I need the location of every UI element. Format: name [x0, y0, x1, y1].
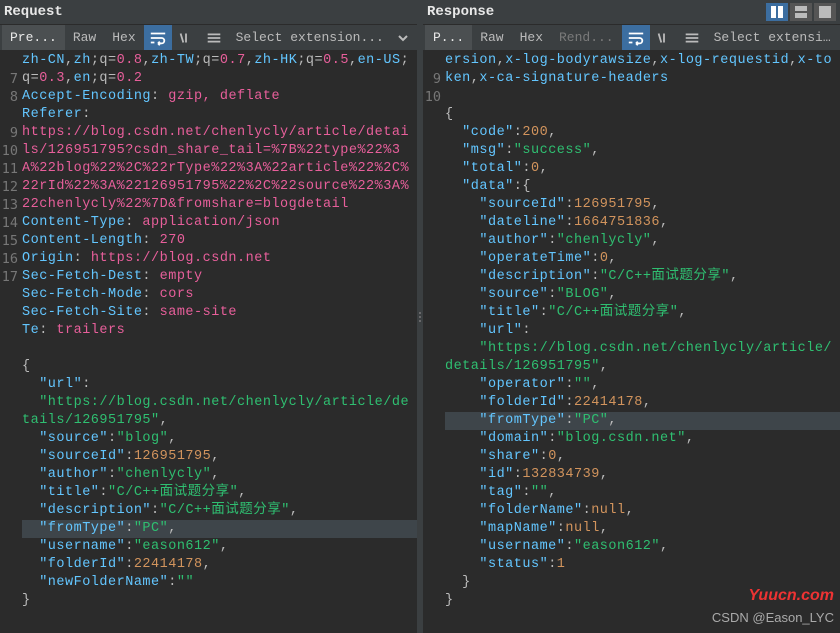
code-line[interactable]: "fromType":"PC",: [22, 520, 417, 538]
code-line[interactable]: Content-Length: 270: [22, 232, 417, 250]
code-line[interactable]: "author":"chenlycly",: [22, 466, 417, 484]
tab-hex[interactable]: Hex: [512, 25, 551, 51]
code-line[interactable]: Referer:: [22, 106, 417, 124]
newline-icon[interactable]: [650, 25, 678, 51]
code-line[interactable]: "fromType":"PC",: [445, 412, 840, 430]
tab-hex[interactable]: Hex: [104, 25, 143, 51]
extension-label: Select extension...: [714, 30, 832, 45]
code-line[interactable]: "url":: [445, 322, 840, 340]
wrap-icon[interactable]: [144, 25, 172, 51]
extension-label: Select extension...: [236, 30, 384, 45]
code-line[interactable]: "code":200,: [445, 124, 840, 142]
code-line[interactable]: Content-Type: application/json: [22, 214, 417, 232]
extension-select[interactable]: Select extension...: [706, 30, 838, 45]
code-line[interactable]: "share":0,: [445, 448, 840, 466]
code-line[interactable]: "newFolderName":"": [22, 574, 417, 592]
menu-icon[interactable]: [200, 25, 228, 51]
response-title-bar: Response: [423, 0, 840, 24]
layout-single-icon[interactable]: [814, 3, 836, 21]
code-line[interactable]: Accept-Encoding: gzip, deflate: [22, 88, 417, 106]
code-line[interactable]: [22, 340, 417, 358]
request-title: Request: [0, 4, 69, 20]
tab-pretty[interactable]: Pre...: [2, 25, 65, 51]
code-line[interactable]: [445, 88, 840, 106]
newline-icon[interactable]: [172, 25, 200, 51]
code-line[interactable]: Sec-Fetch-Mode: cors: [22, 286, 417, 304]
extension-select[interactable]: Select extension...: [228, 30, 415, 45]
code-line[interactable]: Origin: https://blog.csdn.net: [22, 250, 417, 268]
code-line[interactable]: "total":0,: [445, 160, 840, 178]
response-title: Response: [423, 4, 500, 20]
response-editor[interactable]: 910 ersion,x-log-bodyrawsize,x-log-reque…: [423, 50, 840, 633]
code-line[interactable]: "sourceId":126951795,: [22, 448, 417, 466]
code-line[interactable]: "status":1: [445, 556, 840, 574]
request-pane: Request Pre... Raw Hex Select extension.…: [0, 0, 417, 633]
tab-raw[interactable]: Raw: [65, 25, 104, 51]
code-line[interactable]: zh-CN,zh;q=0.8,zh-TW;q=0.7,zh-HK;q=0.5,e…: [22, 52, 417, 88]
code-line[interactable]: "id":132834739,: [445, 466, 840, 484]
chevron-down-icon: [397, 32, 409, 44]
code-line[interactable]: }: [22, 592, 417, 610]
response-toolbar: P... Raw Hex Rend... Select extension...: [423, 24, 840, 50]
code-line[interactable]: Sec-Fetch-Dest: empty: [22, 268, 417, 286]
code-line[interactable]: "author":"chenlycly",: [445, 232, 840, 250]
wrap-icon[interactable]: [622, 25, 650, 51]
code-line[interactable]: "url":: [22, 376, 417, 394]
code-line[interactable]: "https://blog.csdn.net/chenlycly/article…: [22, 394, 417, 430]
code-line[interactable]: }: [445, 574, 840, 592]
code-line[interactable]: ersion,x-log-bodyrawsize,x-log-requestid…: [445, 52, 840, 88]
code-line[interactable]: "source":"BLOG",: [445, 286, 840, 304]
code-line[interactable]: {: [22, 358, 417, 376]
code-line[interactable]: "folderName":null,: [445, 502, 840, 520]
layout-rows-icon[interactable]: [790, 3, 812, 21]
response-pane: Response P... Raw Hex Rend...: [423, 0, 840, 633]
tab-raw[interactable]: Raw: [472, 25, 511, 51]
code-line[interactable]: "data":{: [445, 178, 840, 196]
code-line[interactable]: "mapName":null,: [445, 520, 840, 538]
code-line[interactable]: "domain":"blog.csdn.net",: [445, 430, 840, 448]
code-line[interactable]: "username":"eason612",: [445, 538, 840, 556]
code-line[interactable]: Sec-Fetch-Site: same-site: [22, 304, 417, 322]
request-title-bar: Request: [0, 0, 417, 24]
code-line[interactable]: "source":"blog",: [22, 430, 417, 448]
code-line[interactable]: https://blog.csdn.net/chenlycly/article/…: [22, 124, 417, 214]
code-line[interactable]: "msg":"success",: [445, 142, 840, 160]
request-toolbar: Pre... Raw Hex Select extension...: [0, 24, 417, 50]
code-line[interactable]: "title":"C/C++面试题分享",: [22, 484, 417, 502]
request-editor[interactable]: 78 91011121314151617 zh-CN,zh;q=0.8,zh-T…: [0, 50, 417, 633]
code-line[interactable]: "tag":"",: [445, 484, 840, 502]
code-line[interactable]: "dateline":1664751836,: [445, 214, 840, 232]
code-line[interactable]: "description":"C/C++面试题分享",: [445, 268, 840, 286]
code-line[interactable]: "folderId":22414178,: [22, 556, 417, 574]
code-line[interactable]: "title":"C/C++面试题分享",: [445, 304, 840, 322]
tab-render[interactable]: Rend...: [551, 25, 622, 51]
code-line[interactable]: }: [445, 592, 840, 610]
tab-pretty[interactable]: P...: [425, 25, 472, 51]
menu-icon[interactable]: [678, 25, 706, 51]
layout-columns-icon[interactable]: [766, 3, 788, 21]
code-line[interactable]: "sourceId":126951795,: [445, 196, 840, 214]
code-line[interactable]: "operator":"",: [445, 376, 840, 394]
code-line[interactable]: "username":"eason612",: [22, 538, 417, 556]
code-line[interactable]: {: [445, 106, 840, 124]
code-line[interactable]: "https://blog.csdn.net/chenlycly/article…: [445, 340, 840, 376]
code-line[interactable]: "description":"C/C++面试题分享",: [22, 502, 417, 520]
code-line[interactable]: "folderId":22414178,: [445, 394, 840, 412]
code-line[interactable]: Te: trailers: [22, 322, 417, 340]
code-line[interactable]: "operateTime":0,: [445, 250, 840, 268]
